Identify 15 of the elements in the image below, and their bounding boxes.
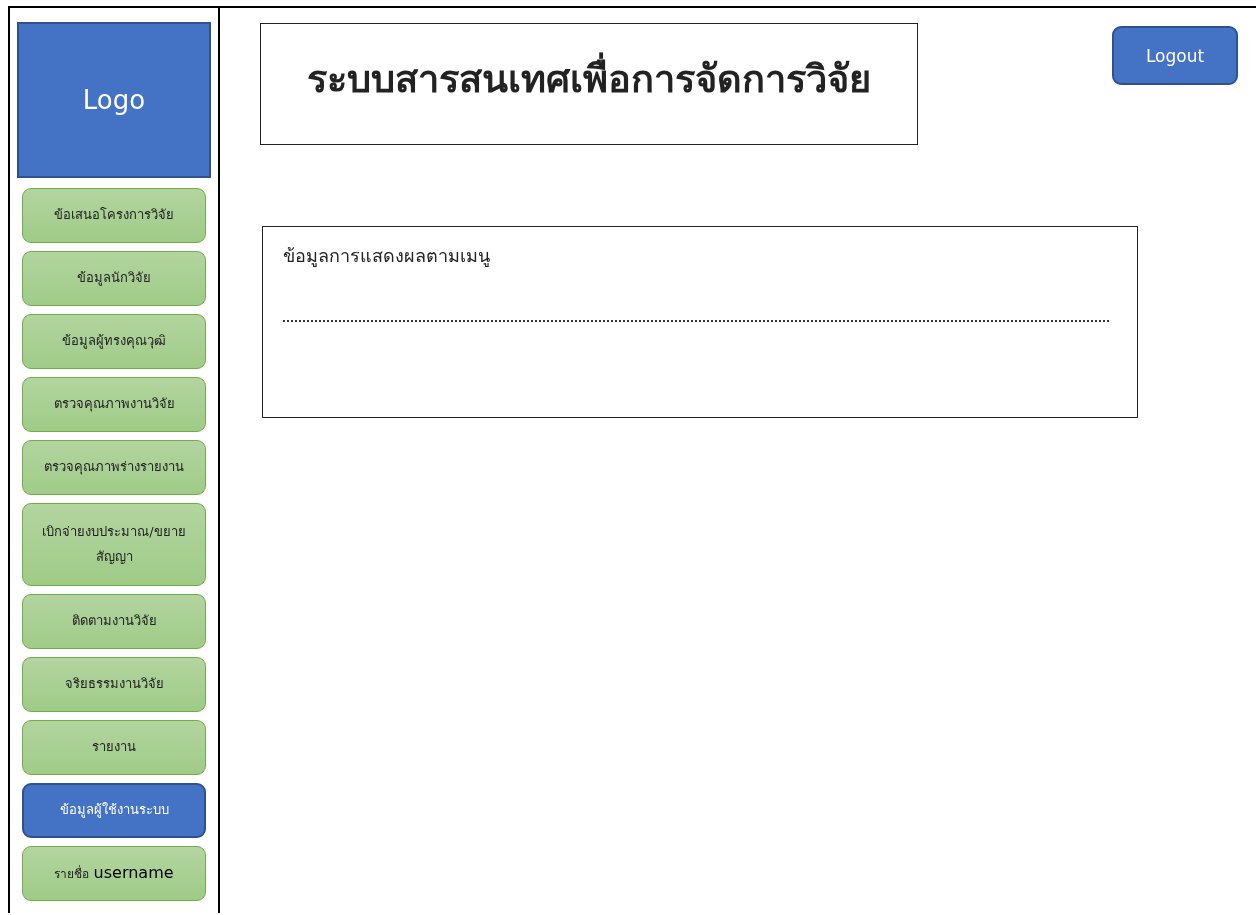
menu-item[interactable]: ตรวจคุณภาพร่างรายงาน [22, 440, 206, 495]
menu-item[interactable]: ติดตามงานวิจัย [22, 594, 206, 649]
menu-item[interactable]: ข้อเสนอโครงการวิจัย [22, 188, 206, 243]
content-heading: ข้อมูลการแสดงผลตามเมนู [283, 244, 491, 269]
menu-item[interactable]: รายงาน [22, 720, 206, 775]
menu-item[interactable]: ตรวจคุณภาพงานวิจัย [22, 377, 206, 432]
logo: Logo [17, 22, 211, 178]
menu-item[interactable]: จริยธรรมงานวิจัย [22, 657, 206, 712]
username-item[interactable]: รายชื่อ username [22, 846, 206, 901]
menu-item[interactable]: เบิกจ่ายงบประมาณ/ขยายสัญญา [22, 503, 206, 586]
menu-item[interactable]: ข้อมูลนักวิจัย [22, 251, 206, 306]
menu-item[interactable]: ข้อมูลผู้ใช้งานระบบ [22, 783, 206, 838]
logout-button[interactable]: Logout [1112, 26, 1238, 85]
page-title: ระบบสารสนเทศเพื่อการจัดการวิจัย [307, 48, 871, 109]
menu-item[interactable]: ข้อมูลผู้ทรงคุณวุฒิ [22, 314, 206, 369]
